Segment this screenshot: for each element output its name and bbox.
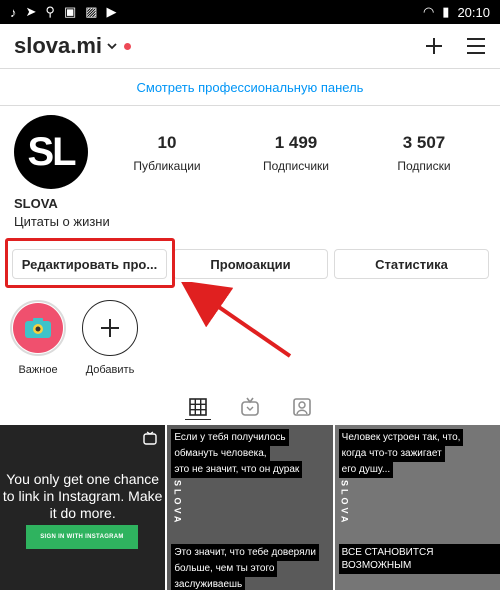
sign-in-instagram-button: SIGN IN WITH INSTAGRAM <box>26 525 138 549</box>
profile-name: SLOVA <box>14 196 58 211</box>
post-tile[interactable]: Если у тебя получилось обмануть человека… <box>167 425 333 590</box>
camera-emoji-icon <box>13 303 63 353</box>
igtv-icon <box>143 431 158 445</box>
stat-label: Подписчики <box>262 159 329 173</box>
profile-tabs <box>0 390 500 424</box>
tiktok-icon: ♪ <box>10 4 17 20</box>
statistics-button[interactable]: Статистика <box>334 249 489 279</box>
tab-grid[interactable] <box>185 394 211 420</box>
post-caption: Человек устроен так, что, <box>338 429 464 446</box>
post-caption: Если у тебя получилось <box>171 429 289 446</box>
stat-posts[interactable]: 10 Публикации <box>117 133 217 173</box>
post-caption: это не значит, что он дурак <box>171 461 303 478</box>
telegram-icon: ➤ <box>25 4 37 19</box>
tab-igtv[interactable] <box>237 394 263 420</box>
post-tile[interactable]: Человек устроен так, что, когда что-то з… <box>334 425 500 590</box>
post-caption: Это значит, что тебе доверяли <box>171 544 319 561</box>
top-bar: slova.mi <box>0 24 500 68</box>
stat-value: 3 507 <box>402 133 446 152</box>
tab-tagged[interactable] <box>289 394 315 420</box>
stat-following[interactable]: 3 507 Подписки <box>374 133 474 173</box>
battery-icon: ▮ <box>442 4 450 19</box>
status-bar: ♪ ➤ ⚲ ▣ ▨ ▶ ◠ ▮ 20:10 <box>0 0 500 24</box>
post-caption: заслуживаешь <box>171 576 246 590</box>
highlight-label: Важное <box>18 364 58 376</box>
image-icon: ▨ <box>85 4 98 19</box>
post-text: You only get one chance to link in Insta… <box>2 471 163 521</box>
stat-value: 10 <box>157 133 177 152</box>
youtube-icon: ▶ <box>106 4 117 19</box>
highlight-label: Добавить <box>85 364 135 376</box>
status-time: 20:10 <box>457 4 490 20</box>
post-side-text: SLOVA <box>339 480 350 526</box>
annotation-highlight-box <box>5 238 175 288</box>
highlight-important[interactable]: Важное <box>8 300 68 376</box>
usb-icon: ⚲ <box>45 4 55 19</box>
lock-icon: ▣ <box>63 4 77 19</box>
grid-icon <box>189 397 207 416</box>
chevron-down-icon[interactable] <box>106 40 118 52</box>
add-highlight[interactable]: Добавить <box>80 300 140 376</box>
plus-icon <box>101 319 119 337</box>
post-caption: ВСЕ СТАНОВИТСЯ ВОЗМОЖНЫМ <box>338 544 500 574</box>
promotions-button[interactable]: Промоакции <box>173 249 328 279</box>
post-caption: обмануть человека, <box>171 445 270 462</box>
post-caption: его душу... <box>338 461 394 478</box>
post-caption: когда что-то зажигает <box>338 445 445 462</box>
username-title[interactable]: slova.mi <box>14 33 102 59</box>
annotation-arrow <box>180 282 292 358</box>
posts-grid: You only get one chance to link in Insta… <box>0 425 500 590</box>
professional-panel-link[interactable]: Смотреть профессиональную панель <box>0 68 500 106</box>
profile-bio: Цитаты о жизни <box>14 214 110 229</box>
avatar[interactable]: SL <box>14 115 88 189</box>
plus-icon[interactable] <box>424 36 444 56</box>
wifi-icon: ◠ <box>422 4 435 19</box>
tagged-person-icon <box>293 398 311 416</box>
igtv-icon <box>241 397 259 416</box>
post-tile[interactable]: You only get one chance to link in Insta… <box>0 425 166 590</box>
stat-value: 1 499 <box>274 133 318 152</box>
post-caption: больше, чем ты этого <box>171 560 278 577</box>
notification-dot <box>124 42 132 50</box>
stat-followers[interactable]: 1 499 Подписчики <box>246 133 346 173</box>
stat-label: Подписки <box>397 159 451 173</box>
stat-label: Публикации <box>133 159 201 173</box>
menu-icon[interactable] <box>466 37 486 55</box>
post-side-text: SLOVA <box>172 480 183 526</box>
